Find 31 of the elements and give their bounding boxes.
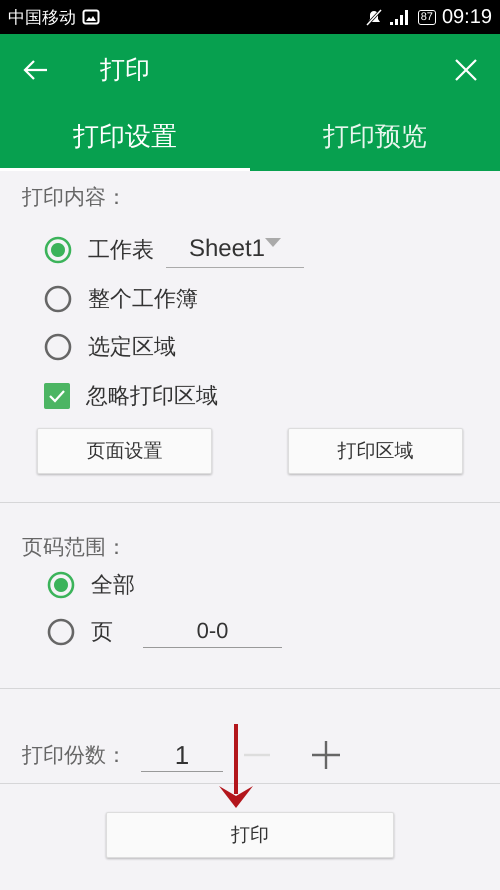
screen-title: 打印	[100, 54, 151, 86]
radio-selected[interactable]	[44, 236, 72, 264]
option-label: 工作表	[88, 237, 154, 266]
setting-button[interactable]: 页面设置	[37, 428, 212, 474]
back-arrow-icon[interactable]	[22, 58, 48, 80]
radio-button[interactable]	[44, 284, 72, 313]
setting-button[interactable]: 打印区域	[288, 428, 463, 474]
clock-time: 09:19	[442, 6, 492, 28]
image-icon	[82, 9, 100, 25]
print-button[interactable]: 打印	[106, 812, 394, 858]
option-label: 选定区域	[88, 334, 176, 362]
radio-selected[interactable]	[47, 570, 75, 598]
dropdown-caret-icon	[265, 238, 282, 248]
radio-button[interactable]	[44, 333, 72, 362]
option-label: 页	[91, 618, 113, 646]
muted-bell-icon	[364, 8, 384, 26]
option-label: 忽略打印区域	[86, 382, 218, 411]
option-label: 全部	[91, 572, 135, 600]
checkbox-checked[interactable]	[44, 382, 70, 409]
option-label: 整个工作簿	[88, 286, 198, 314]
carrier-name: 中国移动	[8, 6, 76, 28]
section-heading: 打印内容：	[22, 184, 128, 211]
copies-label: 打印份数：	[22, 742, 127, 769]
section-heading: 页码范围：	[22, 534, 128, 561]
page-range-field[interactable]: 0-0	[143, 615, 282, 648]
battery-level: 87	[418, 10, 436, 24]
plus-icon[interactable]	[311, 740, 341, 770]
radio-button[interactable]	[47, 618, 75, 646]
copies-field[interactable]: 1	[141, 738, 223, 772]
close-icon[interactable]	[454, 58, 478, 82]
sheet-dropdown[interactable]: Sheet1	[166, 232, 304, 268]
